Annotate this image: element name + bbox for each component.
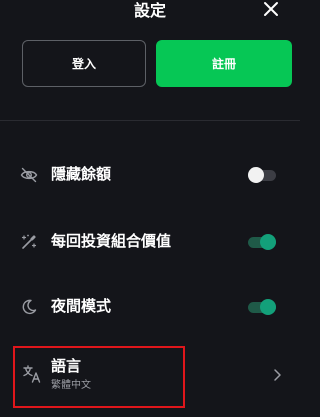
language-value: 繁體中文 [51, 380, 91, 391]
header: 設定 [0, 0, 300, 26]
setting-language[interactable]: 語言 繁體中文 [13, 346, 185, 408]
setting-portfolio-value: 每回投資組合價值 [0, 222, 300, 262]
page-title: 設定 [133, 1, 166, 20]
close-icon[interactable] [262, 0, 280, 18]
toggle-knob [260, 234, 276, 250]
eye-off-icon [20, 166, 38, 184]
auth-buttons: 登入 註冊 [22, 40, 292, 88]
setting-night-mode: 夜間模式 [0, 287, 300, 327]
divider [0, 120, 300, 121]
moon-icon [20, 298, 38, 316]
toggle-knob [260, 299, 276, 315]
hide-balance-label: 隱藏餘額 [51, 165, 112, 183]
register-button[interactable]: 註冊 [156, 40, 292, 87]
language-label: 語言 [51, 357, 82, 375]
chevron-right-icon[interactable] [272, 367, 282, 381]
hide-balance-toggle[interactable] [248, 167, 276, 183]
night-mode-label: 夜間模式 [51, 297, 112, 315]
portfolio-value-toggle[interactable] [248, 234, 276, 250]
magic-wand-icon [20, 233, 38, 251]
login-button[interactable]: 登入 [22, 40, 146, 87]
night-mode-toggle[interactable] [248, 299, 276, 315]
setting-hide-balance: 隱藏餘額 [0, 155, 300, 195]
toggle-knob [248, 167, 264, 183]
translate-icon [22, 364, 42, 384]
portfolio-value-label: 每回投資組合價值 [51, 232, 172, 250]
